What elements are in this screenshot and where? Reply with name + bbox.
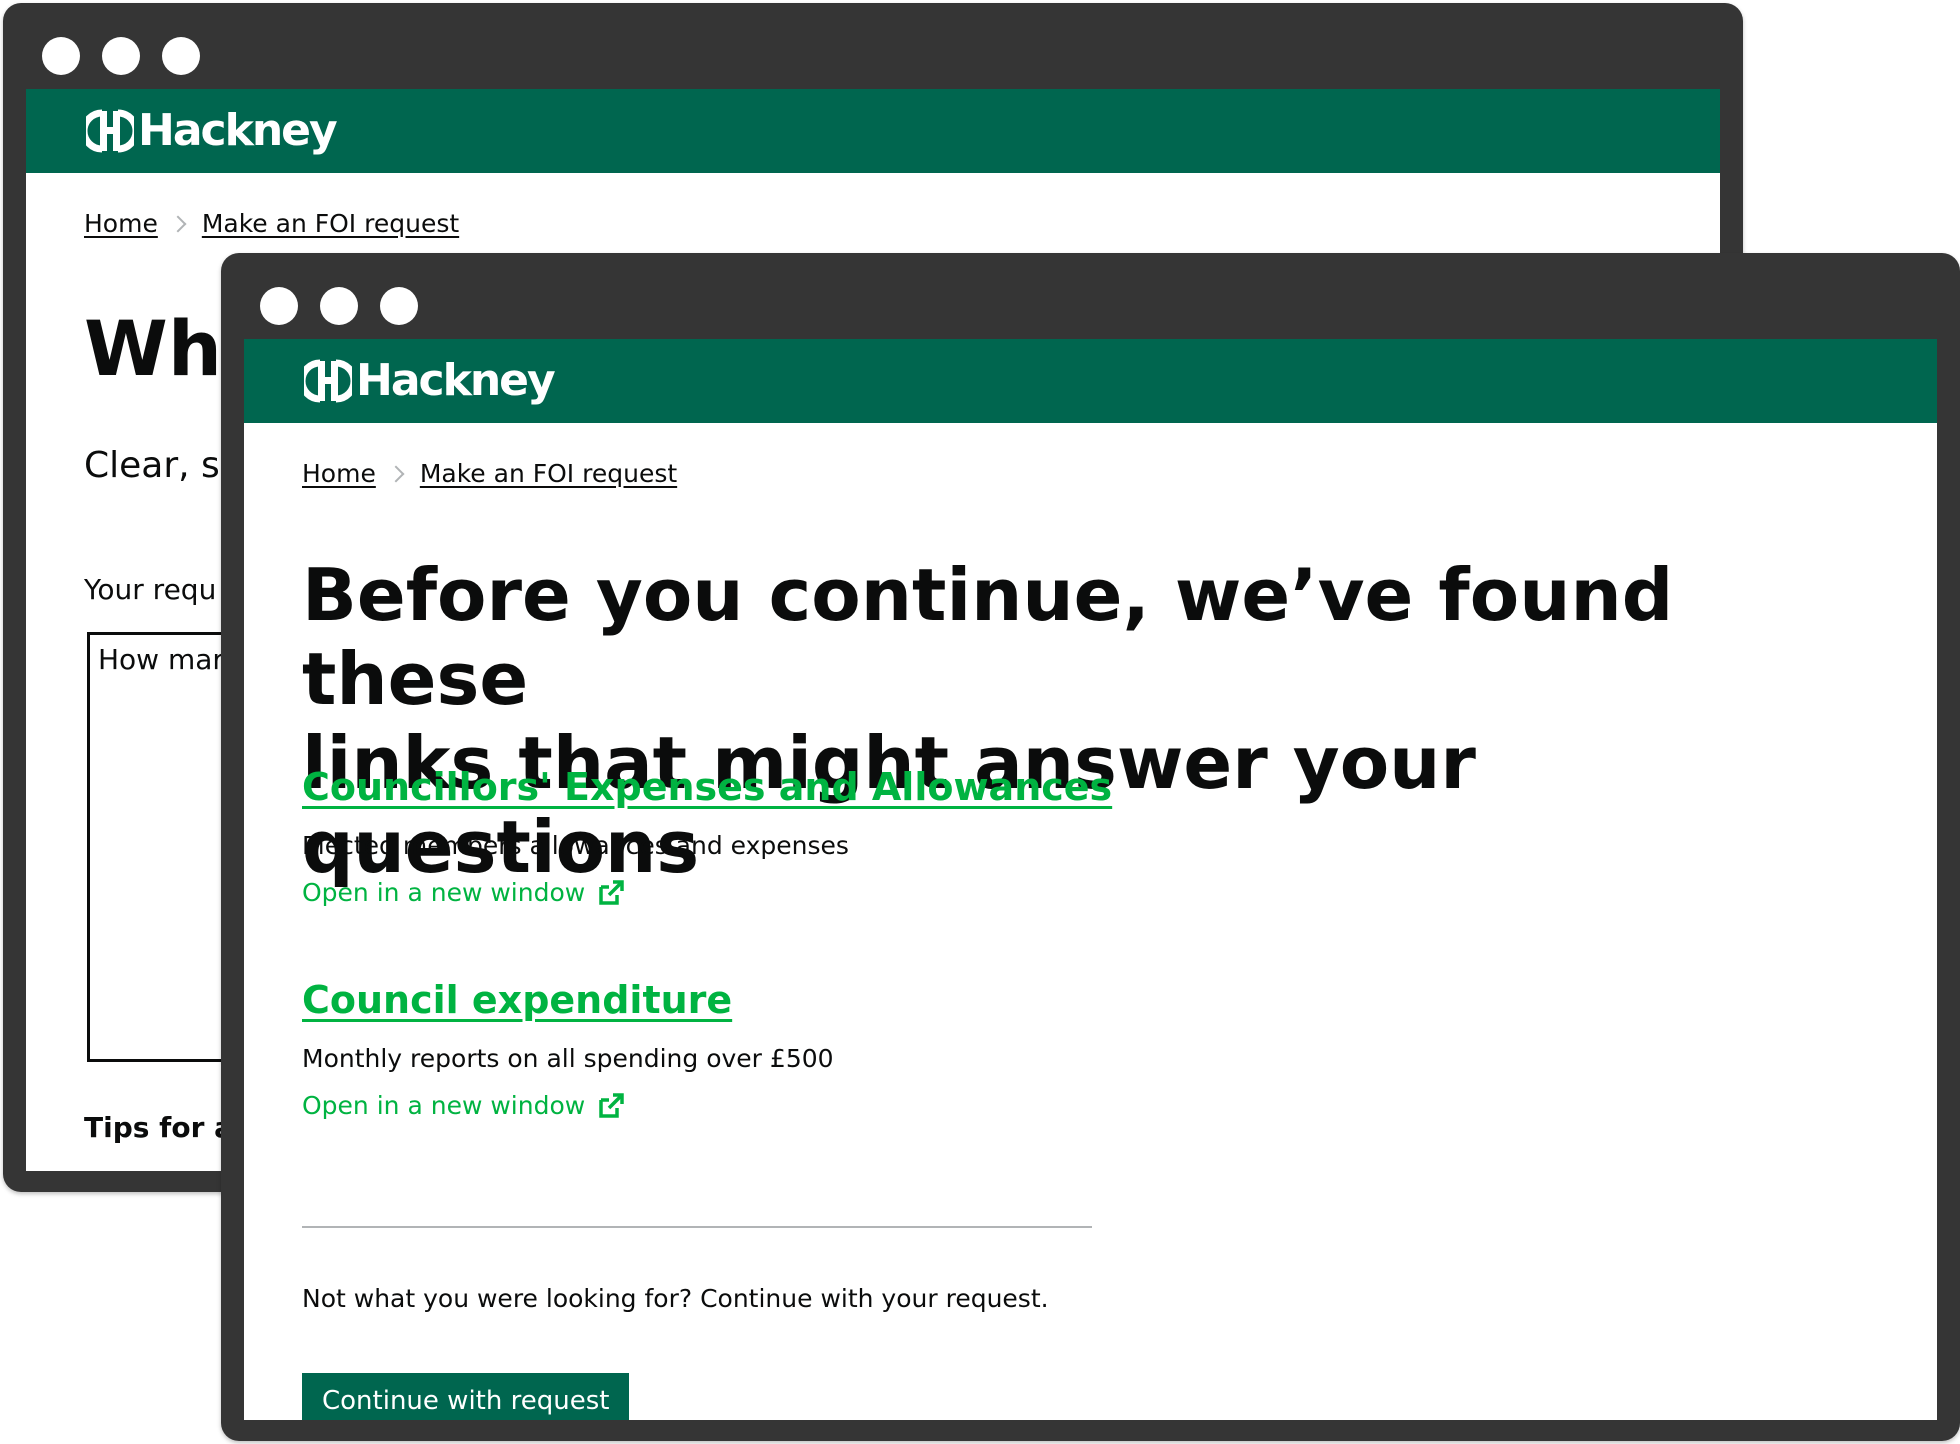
hackney-h-icon xyxy=(86,109,134,153)
breadcrumb-home[interactable]: Home xyxy=(84,209,158,238)
hackney-h-icon xyxy=(304,359,352,403)
breadcrumb-current[interactable]: Make an FOI request xyxy=(420,459,677,488)
result-item: Council expenditure Monthly reports on a… xyxy=(302,978,1897,1120)
window-dot[interactable] xyxy=(320,287,358,325)
open-new-window-label: Open in a new window xyxy=(302,1091,586,1120)
logo-text: Hackney xyxy=(138,105,338,156)
front-browser-window: Hackney Home Make an FOI request Before … xyxy=(221,253,1960,1441)
open-new-window-link[interactable]: Open in a new window xyxy=(302,1091,1897,1120)
window-dot[interactable] xyxy=(42,37,80,75)
breadcrumb: Home Make an FOI request xyxy=(302,459,677,488)
external-link-icon xyxy=(599,1092,624,1118)
window-dot[interactable] xyxy=(380,287,418,325)
result-title-link[interactable]: Council expenditure xyxy=(302,978,732,1022)
textarea-value: How mar xyxy=(98,643,224,676)
site-header: Hackney xyxy=(244,339,1937,423)
field-label: Your requ xyxy=(84,573,217,606)
chevron-right-icon xyxy=(169,215,187,232)
result-item: Councillors' Expenses and Allowances Ele… xyxy=(302,765,1897,907)
hackney-logo[interactable]: Hackney xyxy=(304,355,556,407)
page-title-line-1: Before you continue, we’ve found these xyxy=(302,553,1674,721)
result-description: Monthly reports on all spending over £50… xyxy=(302,1044,834,1073)
site-header: Hackney xyxy=(26,89,1720,173)
logo-text: Hackney xyxy=(356,355,556,406)
chevron-right-icon xyxy=(387,465,405,482)
window-dot[interactable] xyxy=(102,37,140,75)
breadcrumb-home[interactable]: Home xyxy=(302,459,376,488)
intro-text: Clear, si xyxy=(84,445,230,486)
window-dot[interactable] xyxy=(260,287,298,325)
hackney-logo[interactable]: Hackney xyxy=(86,105,338,157)
result-title-link[interactable]: Councillors' Expenses and Allowances xyxy=(302,765,1112,809)
result-description: Elected members allowances and expenses xyxy=(302,831,849,860)
open-new-window-label: Open in a new window xyxy=(302,878,586,907)
breadcrumb-current[interactable]: Make an FOI request xyxy=(202,209,459,238)
tips-heading: Tips for a xyxy=(84,1111,234,1144)
front-page: Hackney Home Make an FOI request Before … xyxy=(244,339,1937,1420)
open-new-window-link[interactable]: Open in a new window xyxy=(302,878,1897,907)
breadcrumb: Home Make an FOI request xyxy=(84,209,459,238)
window-dot[interactable] xyxy=(162,37,200,75)
continue-button[interactable]: Continue with request xyxy=(302,1373,630,1420)
not-found-text: Not what you were looking for? Continue … xyxy=(302,1284,1049,1313)
section-divider xyxy=(302,1226,1092,1228)
external-link-icon xyxy=(599,879,624,905)
